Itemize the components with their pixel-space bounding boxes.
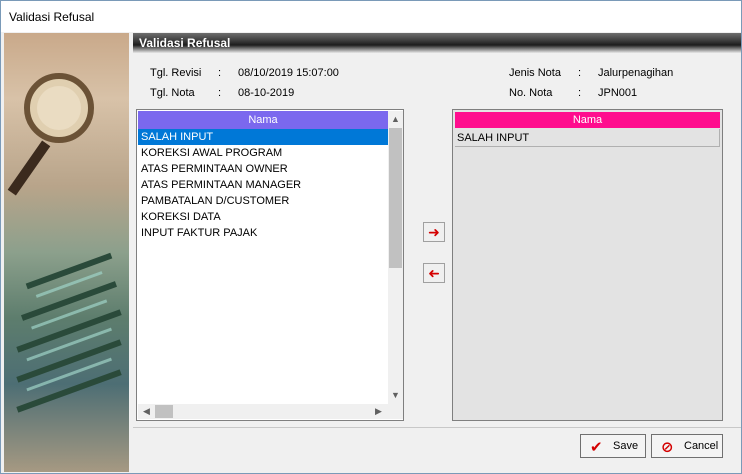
- arrow-right-icon: ➜: [428, 224, 440, 240]
- jenis-nota-value: Jalurpenagihan: [598, 67, 674, 79]
- selected-reasons-list[interactable]: Nama SALAH INPUT: [452, 109, 723, 421]
- list-item[interactable]: PAMBATALAN D/CUSTOMER: [138, 193, 388, 209]
- scroll-corner: [388, 404, 403, 419]
- left-column-header[interactable]: Nama: [138, 111, 388, 129]
- cancel-icon: ⊘: [661, 439, 674, 456]
- cancel-label: Cancel: [684, 440, 719, 452]
- no-nota-sep: :: [578, 87, 582, 99]
- title-bar: Validasi Refusal: [1, 1, 741, 32]
- arrow-left-icon: ➜: [428, 265, 440, 281]
- move-buttons: ➜ ➜: [407, 109, 449, 421]
- tgl-nota-sep: :: [218, 87, 222, 99]
- list-item[interactable]: ATAS PERMINTAAN OWNER: [138, 161, 388, 177]
- decorative-side-image: [4, 33, 129, 472]
- horizontal-scroll-thumb[interactable]: [155, 405, 173, 418]
- jenis-nota-label: Jenis Nota: [509, 67, 561, 79]
- list-item[interactable]: KOREKSI AWAL PROGRAM: [138, 145, 388, 161]
- scroll-up-icon[interactable]: ▲: [388, 112, 403, 127]
- tgl-revisi-label: Tgl. Revisi: [150, 67, 202, 79]
- horizontal-scrollbar[interactable]: ◀ ▶: [138, 404, 388, 419]
- vertical-scroll-thumb[interactable]: [389, 128, 402, 268]
- cancel-button[interactable]: ⊘ Cancel: [651, 434, 723, 458]
- scroll-left-icon[interactable]: ◀: [139, 404, 154, 419]
- no-nota-label: No. Nota: [509, 87, 553, 99]
- list-item[interactable]: KOREKSI DATA: [138, 209, 388, 225]
- move-left-button[interactable]: ➜: [423, 263, 445, 283]
- left-list-items: SALAH INPUT KOREKSI AWAL PROGRAM ATAS PE…: [138, 129, 388, 241]
- jenis-nota-sep: :: [578, 67, 582, 79]
- tgl-revisi-sep: :: [218, 67, 222, 79]
- list-item[interactable]: SALAH INPUT: [455, 129, 720, 147]
- bottom-divider: [133, 427, 741, 428]
- right-column-header[interactable]: Nama: [455, 112, 720, 128]
- scroll-right-icon[interactable]: ▶: [371, 404, 386, 419]
- save-label: Save: [613, 440, 639, 452]
- scroll-down-icon[interactable]: ▼: [388, 388, 403, 403]
- tgl-revisi-value: 08/10/2019 15:07:00: [238, 67, 339, 79]
- section-header: Validasi Refusal: [133, 33, 741, 53]
- tgl-nota-label: Tgl. Nota: [150, 87, 195, 99]
- list-item[interactable]: SALAH INPUT: [138, 129, 388, 145]
- save-button[interactable]: ✔ Save: [580, 434, 646, 458]
- dialog-window: Validasi Refusal Validasi Refusal Tgl. R…: [0, 0, 742, 474]
- move-right-button[interactable]: ➜: [423, 222, 445, 242]
- window-title: Validasi Refusal: [9, 10, 95, 24]
- available-reasons-list[interactable]: Nama SALAH INPUT KOREKSI AWAL PROGRAM AT…: [136, 109, 404, 421]
- magnifier-circuit-image: [7, 73, 122, 413]
- no-nota-value: JPN001: [598, 87, 638, 99]
- list-item[interactable]: INPUT FAKTUR PAJAK: [138, 225, 388, 241]
- tgl-nota-value: 08-10-2019: [238, 87, 295, 99]
- vertical-scrollbar[interactable]: ▲ ▼: [388, 111, 403, 404]
- check-icon: ✔: [590, 439, 603, 456]
- nota-info: Tgl. Revisi : 08/10/2019 15:07:00 Tgl. N…: [133, 57, 741, 105]
- list-item[interactable]: ATAS PERMINTAAN MANAGER: [138, 177, 388, 193]
- section-title: Validasi Refusal: [139, 36, 231, 50]
